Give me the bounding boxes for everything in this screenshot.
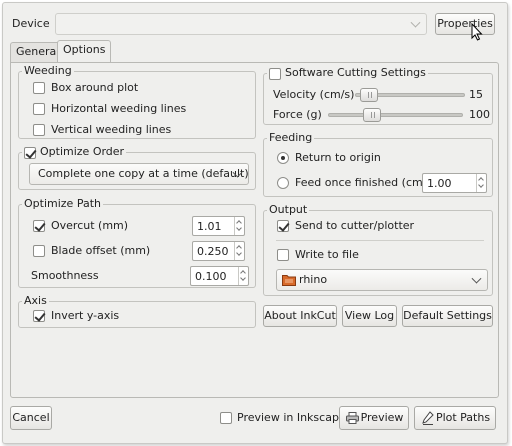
preview-in-inkscape-label: Preview in Inkscape — [237, 411, 346, 424]
smoothness-label: Smoothness — [31, 269, 99, 282]
view-log-label: View Log — [344, 309, 395, 322]
blade-offset-spinbox[interactable]: 0.250 — [192, 241, 245, 261]
blade-offset-checkbox[interactable] — [33, 245, 45, 257]
optimize-order-selected: Complete one copy at a time (default) — [38, 167, 249, 180]
axis-group: Axis Invert y-axis — [18, 294, 256, 328]
overcut-label: Overcut (mm) — [51, 219, 129, 232]
send-to-cutter-label: Send to cutter/plotter — [295, 219, 415, 232]
feed-once-finished-radio[interactable] — [277, 177, 289, 189]
print-preview-icon — [346, 412, 359, 424]
overcut-value: 1.01 — [197, 220, 222, 233]
view-log-button[interactable]: View Log — [342, 305, 397, 327]
tab-options-label: Options — [63, 43, 106, 56]
cancel-label: Cancel — [12, 411, 50, 424]
feeding-title: Feeding — [267, 131, 315, 145]
properties-label: Properties — [437, 17, 493, 30]
preview-in-inkscape-checkbox[interactable] — [220, 412, 232, 424]
blade-offset-value: 0.250 — [197, 245, 229, 258]
properties-button[interactable]: Properties — [435, 13, 495, 35]
device-label: Device — [12, 17, 50, 30]
output-file-value: rhino — [299, 273, 328, 286]
output-divider — [276, 240, 484, 241]
overcut-spinbox[interactable]: 1.01 — [192, 216, 245, 236]
weeding-title: Weeding — [22, 64, 74, 78]
preview-label: Preview — [360, 411, 404, 424]
software-cutting-checkbox[interactable] — [269, 68, 281, 80]
device-combobox[interactable] — [55, 13, 427, 35]
plot-paths-button[interactable]: Plot Paths — [414, 406, 496, 430]
default-settings-label: Default Settings — [403, 309, 492, 322]
feeding-group: Feeding Return to origin Feed once finis… — [263, 131, 493, 197]
write-to-file-checkbox[interactable] — [277, 249, 289, 261]
software-cutting-label: Software Cutting Settings — [267, 66, 428, 80]
spin-down-icon[interactable] — [240, 275, 246, 281]
optimize-order-combobox[interactable]: Complete one copy at a time (default) — [29, 163, 249, 185]
output-group: Output Send to cutter/plotter Write to f… — [263, 203, 493, 296]
write-to-file-label: Write to file — [295, 248, 359, 261]
tab-general-label: General — [16, 45, 60, 58]
mouse-cursor-icon — [471, 23, 483, 41]
folder-icon — [282, 275, 296, 286]
chevron-down-icon[interactable] — [471, 273, 482, 284]
optimize-order-label: Optimize Order — [22, 145, 127, 159]
box-around-plot-checkbox[interactable] — [33, 82, 45, 94]
pen-icon — [422, 411, 434, 425]
feed-once-finished-label: Feed once finished (cm) — [295, 176, 428, 189]
velocity-slider-thumb[interactable] — [360, 88, 378, 102]
cancel-button[interactable]: Cancel — [10, 406, 52, 430]
velocity-label: Velocity (cm/s) — [273, 88, 355, 101]
smoothness-spinbox[interactable]: 0.100 — [190, 266, 249, 286]
force-label: Force (g) — [273, 108, 322, 121]
spin-down-icon[interactable] — [478, 182, 484, 188]
feed-distance-spinbox[interactable]: 1.00 — [422, 173, 487, 193]
output-title: Output — [267, 203, 310, 217]
invert-y-axis-label: Invert y-axis — [51, 309, 120, 322]
preview-button[interactable]: Preview — [339, 406, 409, 430]
optimize-path-group: Optimize Path Overcut (mm) 1.01 Blade of… — [18, 197, 256, 288]
velocity-slider[interactable] — [355, 88, 465, 102]
invert-y-axis-checkbox[interactable] — [33, 310, 45, 322]
spin-down-icon[interactable] — [236, 250, 242, 256]
feed-distance-value: 1.00 — [427, 177, 452, 190]
about-inkcut-button[interactable]: About InkCut — [263, 305, 337, 327]
vertical-weeding-label: Vertical weeding lines — [51, 123, 172, 136]
spin-down-icon[interactable] — [236, 225, 242, 231]
force-value: 100 — [469, 108, 490, 121]
software-cutting-group: Software Cutting Settings Velocity (cm/s… — [263, 66, 493, 125]
optimize-order-checkbox[interactable] — [24, 147, 36, 159]
force-slider[interactable] — [328, 108, 463, 122]
about-inkcut-label: About InkCut — [264, 309, 336, 322]
return-to-origin-label: Return to origin — [295, 151, 381, 164]
blade-offset-label: Blade offset (mm) — [51, 244, 151, 257]
overcut-checkbox[interactable] — [33, 220, 45, 232]
send-to-cutter-checkbox[interactable] — [277, 220, 289, 232]
tab-options[interactable]: Options — [57, 40, 112, 62]
velocity-value: 15 — [469, 88, 483, 101]
chevron-down-icon — [410, 17, 421, 28]
return-to-origin-radio[interactable] — [277, 152, 289, 164]
weeding-group: Weeding Box around plot Horizontal weedi… — [18, 64, 256, 139]
vertical-weeding-checkbox[interactable] — [33, 124, 45, 136]
options-pane: Weeding Box around plot Horizontal weedi… — [10, 62, 499, 398]
plot-paths-label: Plot Paths — [435, 411, 491, 424]
horizontal-weeding-label: Horizontal weeding lines — [51, 102, 187, 115]
horizontal-weeding-checkbox[interactable] — [33, 103, 45, 115]
box-around-plot-label: Box around plot — [51, 81, 139, 94]
output-file-combobox[interactable]: rhino — [276, 269, 488, 291]
default-settings-button[interactable]: Default Settings — [402, 305, 493, 327]
optimize-path-title: Optimize Path — [22, 197, 103, 211]
smoothness-value: 0.100 — [195, 270, 227, 283]
force-slider-thumb[interactable] — [363, 108, 381, 122]
inkcut-dialog: Device Properties General Options Weedin… — [2, 2, 508, 444]
axis-title: Axis — [22, 294, 49, 308]
optimize-order-group: Optimize Order Complete one copy at a ti… — [18, 145, 256, 190]
